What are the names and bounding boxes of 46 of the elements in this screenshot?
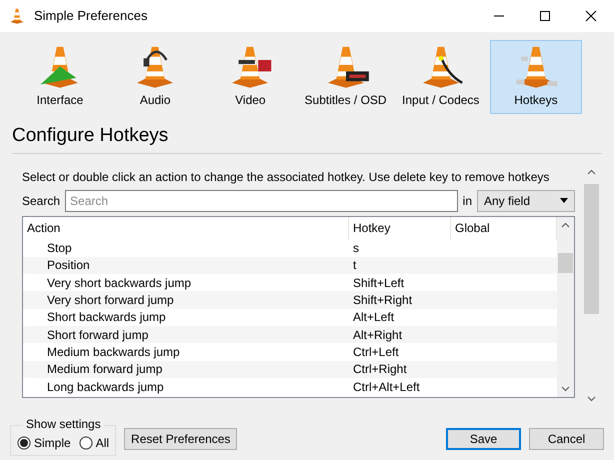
table-cell-text: Alt+Left bbox=[352, 309, 396, 326]
radio-label[interactable]: Simple bbox=[34, 434, 71, 452]
category-tab[interactable]: Interface bbox=[14, 40, 106, 114]
table-cell-text: Short forward jump bbox=[46, 326, 150, 344]
table-cell-text: Shift+Right bbox=[352, 292, 414, 310]
radio-button[interactable] bbox=[78, 436, 93, 450]
group-label: Show settings bbox=[23, 416, 104, 430]
table-cell-text: Very short backwards jump bbox=[46, 274, 192, 292]
search-field[interactable]: Search bbox=[65, 190, 458, 212]
table-cell-text: Ctrl+Right bbox=[352, 361, 408, 378]
table-cell-text: Very short forward jump bbox=[46, 292, 175, 310]
in-label: in bbox=[462, 192, 472, 210]
category-tab[interactable]: Audio bbox=[109, 40, 202, 114]
dialog-button[interactable]: Save bbox=[446, 428, 521, 450]
search-label: Search bbox=[22, 192, 60, 210]
maximize-icon[interactable] bbox=[537, 8, 553, 24]
category-tab[interactable]: Video bbox=[204, 40, 296, 114]
category-tab[interactable]: Input / Codecs bbox=[394, 40, 487, 114]
table-cell-text: Short backwards jump bbox=[46, 309, 167, 326]
app-icon bbox=[8, 7, 26, 25]
category-tab[interactable]: Hotkeys bbox=[490, 40, 582, 114]
radio-label[interactable]: All bbox=[96, 434, 110, 452]
table-cell-text: t bbox=[352, 257, 358, 274]
table-cell-text: Alt+Right bbox=[352, 326, 404, 344]
table-cell-text: s bbox=[352, 240, 360, 258]
section-heading: Configure Hotkeys bbox=[12, 122, 602, 154]
category-tab[interactable]: Subtitles / OSD bbox=[300, 40, 392, 114]
dialog-button[interactable]: Cancel bbox=[529, 428, 604, 450]
column-header[interactable]: Action bbox=[23, 216, 349, 240]
table-cell-text: Long backwards jump bbox=[46, 378, 165, 396]
table-cell-text: Ctrl+Left bbox=[352, 344, 400, 361]
column-header[interactable]: Hotkey bbox=[349, 216, 451, 240]
dialog-button[interactable]: Reset Preferences bbox=[124, 428, 238, 450]
table-cell-text: Ctrl+Alt+Left bbox=[352, 378, 421, 396]
caret-icon bbox=[560, 198, 568, 203]
table-cell-text: Medium forward jump bbox=[46, 361, 164, 378]
close-icon[interactable] bbox=[583, 8, 599, 24]
table-cell-text: Medium backwards jump bbox=[46, 344, 181, 361]
table-cell-text: Shift+Left bbox=[352, 274, 406, 292]
description-text: Select or double click an action to change the associated hotkey. Use delete key to remove hotkeys bbox=[22, 168, 550, 186]
radio-button[interactable] bbox=[17, 436, 31, 450]
table-cell-text: Position bbox=[46, 257, 91, 274]
window-title: Simple Preferences bbox=[34, 7, 148, 26]
scrollbar[interactable] bbox=[557, 216, 574, 396]
table-cell-text: Stop bbox=[46, 240, 73, 258]
field-dropdown[interactable]: Any field bbox=[477, 190, 575, 212]
